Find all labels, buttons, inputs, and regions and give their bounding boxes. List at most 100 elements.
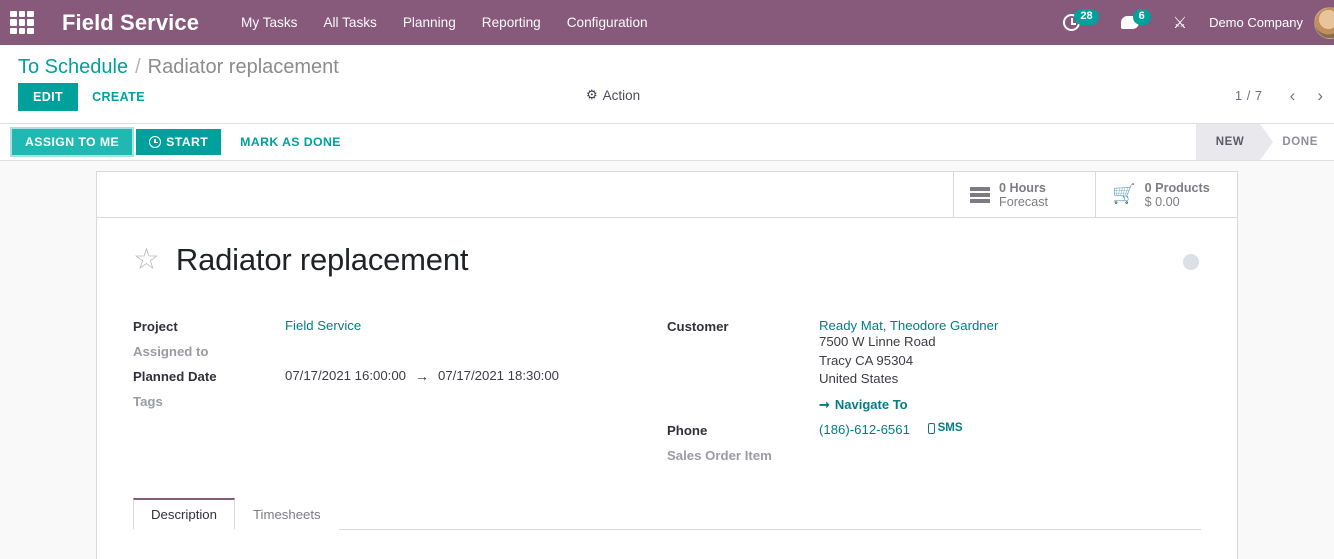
arrow-right-icon: → [415, 368, 429, 384]
activity-count-badge: 28 [1074, 8, 1099, 25]
field-phone-label: Phone [667, 422, 708, 438]
field-planned-date-start[interactable]: 07/17/2021 16:00:00 [285, 368, 406, 383]
field-phone-value[interactable]: (186)-612-6561 [819, 422, 910, 437]
tab-timesheets-label: Timesheets [252, 506, 321, 522]
menu-item-my-tasks[interactable]: My Tasks [241, 15, 297, 30]
form-sheet: 0 Hours Forecast 🛒 0 Products $ 0.00 ☆ R… [96, 171, 1238, 559]
smart-button-products-value: 0 Products [1144, 180, 1210, 195]
page-title: Radiator replacement [175, 242, 469, 277]
tab-panel-description [133, 529, 1201, 559]
form-column-left: Project Field Service Assigned to Planne… [133, 318, 667, 472]
app-brand-title[interactable]: Field Service [62, 10, 199, 36]
customer-address-country: United States [819, 371, 899, 386]
apps-grid-icon[interactable] [10, 10, 34, 35]
start-label: START [166, 135, 209, 149]
field-customer-value[interactable]: Ready Mat, Theodore Gardner [819, 318, 998, 333]
menu-item-reporting[interactable]: Reporting [482, 15, 541, 30]
breadcrumb-current: Radiator replacement [147, 56, 339, 78]
statusbar: ASSIGN TO ME START MARK AS DONE NEW DONE [0, 124, 1334, 161]
messages-count-badge: 6 [1132, 8, 1151, 25]
debug-menu[interactable]: ⚔ [1162, 0, 1198, 45]
avatar[interactable] [1314, 6, 1334, 39]
mark-as-done-label: MARK AS DONE [240, 135, 341, 149]
edit-button[interactable]: EDIT [18, 83, 79, 111]
star-outline-icon[interactable]: ☆ [133, 245, 160, 275]
field-phone: Phone (186)-612-6561 SMS [667, 422, 1201, 438]
start-button[interactable]: START [136, 129, 222, 155]
smart-button-hours-forecast[interactable]: 0 Hours Forecast [953, 172, 1095, 217]
menu-item-all-tasks[interactable]: All Tasks [323, 15, 376, 30]
tab-description[interactable]: Description [133, 497, 235, 530]
top-navbar: Field Service My Tasks All Tasks Plannin… [0, 0, 1334, 45]
menu-item-planning[interactable]: Planning [403, 15, 456, 30]
field-planned-date: Planned Date 07/17/2021 16:00:00 → 07/17… [133, 368, 667, 384]
main-menu: My Tasks All Tasks Planning Reporting Co… [241, 15, 648, 30]
wrench-tools-icon: ⚔ [1172, 14, 1188, 32]
tab-description-label: Description [151, 506, 217, 522]
field-sales-order-item-label: Sales Order Item [667, 447, 772, 463]
messaging-menu[interactable]: 6 [1110, 0, 1162, 45]
assign-to-me-button[interactable]: ASSIGN TO ME [12, 129, 133, 155]
field-project-label: Project [133, 319, 178, 334]
customer-address-line2: Tracy CA 95304 [819, 352, 914, 368]
mark-as-done-button[interactable]: MARK AS DONE [227, 129, 354, 155]
field-customer-label: Customer [667, 319, 729, 334]
stage-new[interactable]: NEW [1195, 124, 1273, 160]
control-panel-buttons: EDIT CREATE ⚙ Action 1 / 7 ‹ › [0, 83, 1334, 123]
control-panel: To Schedule / Radiator replacement EDIT … [0, 45, 1334, 124]
breadcrumb-parent[interactable]: To Schedule [18, 56, 128, 79]
timesheet-lines-icon [970, 186, 990, 203]
notebook-tabs: Description Timesheets [133, 497, 1201, 530]
field-assigned-to-label: Assigned to [133, 344, 209, 359]
kanban-state-dot[interactable] [1183, 254, 1199, 270]
form-background: 0 Hours Forecast 🛒 0 Products $ 0.00 ☆ R… [0, 161, 1334, 559]
cart-plus-icon: 🛒 [1112, 184, 1136, 205]
smart-button-box: 0 Hours Forecast 🛒 0 Products $ 0.00 [97, 172, 1237, 218]
clock-icon [149, 136, 162, 148]
smart-button-products[interactable]: 🛒 0 Products $ 0.00 [1095, 172, 1237, 217]
stage-done-label: DONE [1282, 136, 1318, 148]
record-header: ☆ Radiator replacement [133, 242, 1201, 278]
action-menu[interactable]: ⚙ Action [586, 87, 640, 103]
smart-button-hours-value: 0 Hours [999, 180, 1046, 195]
customer-address-line1: 7500 W Linne Road [819, 334, 936, 349]
field-project: Project Field Service [133, 318, 667, 334]
stage-new-label: NEW [1215, 136, 1245, 148]
form-column-right: Customer Ready Mat, Theodore Gardner 750… [667, 318, 1201, 472]
field-planned-date-end[interactable]: 07/17/2021 18:30:00 [438, 368, 559, 383]
mobile-icon [927, 422, 935, 434]
navigate-to-label: Navigate To [834, 397, 908, 412]
pager-count: 1 / 7 [1234, 88, 1263, 103]
assign-to-me-label: ASSIGN TO ME [25, 135, 120, 149]
form-fields: Project Field Service Assigned to Planne… [133, 318, 1201, 472]
tab-timesheets[interactable]: Timesheets [234, 497, 339, 530]
field-customer: Customer Ready Mat, Theodore Gardner 750… [667, 318, 1201, 413]
field-assigned-to: Assigned to [133, 343, 667, 359]
notebook: Description Timesheets [97, 497, 1237, 559]
field-project-value[interactable]: Field Service [285, 318, 361, 333]
breadcrumb-separator: / [135, 56, 141, 78]
field-tags-label: Tags [133, 394, 163, 409]
sheet-body: ☆ Radiator replacement Project Field Ser… [97, 218, 1237, 472]
chevron-left-icon[interactable]: ‹ [1279, 87, 1307, 104]
navigate-to-button[interactable]: ➞ Navigate To [819, 397, 908, 413]
arrow-right-icon: ➞ [819, 396, 830, 412]
chevron-right-icon[interactable]: › [1306, 87, 1334, 104]
field-planned-date-label: Planned Date [133, 369, 217, 384]
navbar-systray: 28 6 ⚔ Demo Company [1052, 0, 1334, 45]
field-tags: Tags [133, 393, 667, 409]
menu-item-configuration[interactable]: Configuration [567, 15, 648, 30]
breadcrumb: To Schedule / Radiator replacement [0, 45, 1334, 83]
action-menu-label: Action [602, 87, 641, 103]
create-button[interactable]: CREATE [78, 83, 159, 111]
pager: 1 / 7 ‹ › [1235, 87, 1334, 104]
stage-selector: NEW DONE [1195, 124, 1334, 160]
company-name[interactable]: Demo Company [1198, 0, 1314, 45]
smart-button-hours-label: Forecast [999, 194, 1048, 209]
activities-menu[interactable]: 28 [1052, 0, 1109, 45]
send-sms-label: SMS [937, 422, 963, 434]
send-sms-button[interactable]: SMS [927, 422, 963, 434]
gear-icon: ⚙ [586, 87, 598, 102]
field-sales-order-item: Sales Order Item [667, 447, 1201, 463]
smart-button-products-amount: $ 0.00 [1144, 194, 1180, 209]
